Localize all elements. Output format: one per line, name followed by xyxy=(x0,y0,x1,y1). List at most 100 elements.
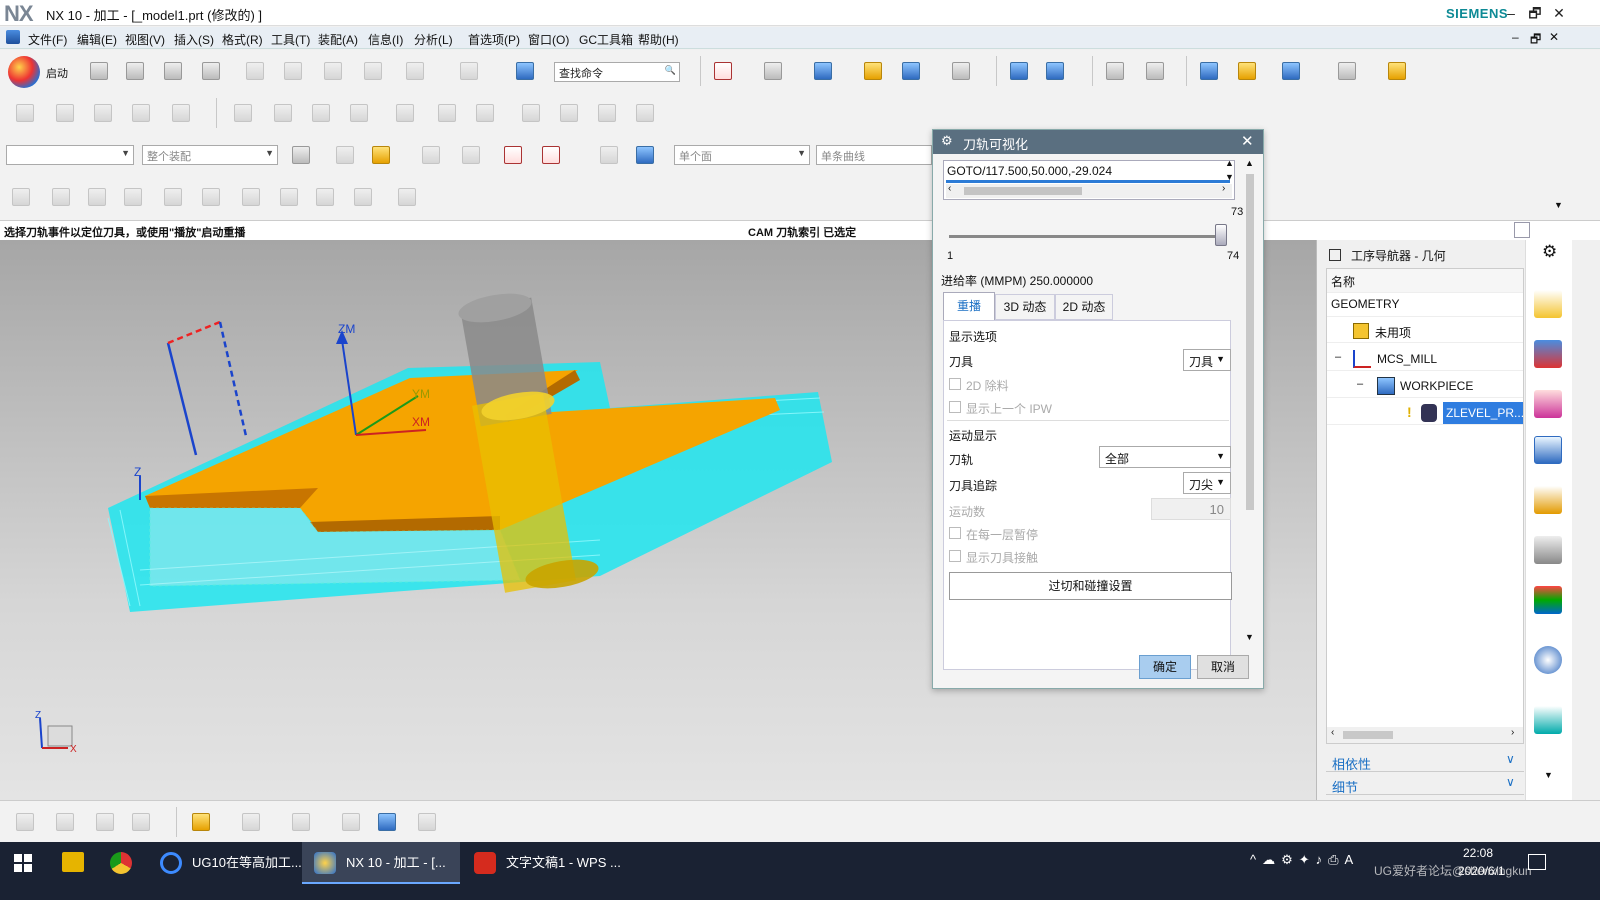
windows-start-icon[interactable] xyxy=(14,854,32,872)
move-object-icon[interactable] xyxy=(1006,58,1032,84)
play-tool-icon[interactable] xyxy=(1278,58,1304,84)
tree-row-geometry[interactable]: GEOMETRY xyxy=(1327,293,1523,317)
shaded-with-edges-icon[interactable] xyxy=(760,58,786,84)
face-analysis-icon[interactable] xyxy=(898,58,924,84)
transform-select-icon[interactable] xyxy=(458,142,484,168)
constraint-navigator-icon[interactable] xyxy=(1534,340,1562,368)
wcs-icon[interactable] xyxy=(1142,58,1168,84)
paste-icon[interactable] xyxy=(320,58,346,84)
rectangle-select-icon[interactable] xyxy=(538,142,564,168)
menu-window[interactable]: 窗口(O) xyxy=(528,31,569,48)
create-program-icon[interactable] xyxy=(12,100,38,126)
menu-edit[interactable]: 编辑(E) xyxy=(77,31,117,48)
menu-analysis[interactable]: 分析(L) xyxy=(414,31,453,48)
fit-view-icon[interactable] xyxy=(710,58,736,84)
output-cls-icon[interactable] xyxy=(472,100,498,126)
verify-toolpath-icon[interactable] xyxy=(308,100,334,126)
undo-icon[interactable] xyxy=(402,58,428,84)
minimize-button[interactable]: – xyxy=(1499,2,1523,24)
start-icon[interactable] xyxy=(8,56,40,88)
machine-tool-navigator-icon[interactable] xyxy=(1534,486,1562,514)
part-navigator-icon[interactable] xyxy=(1534,390,1562,418)
menu-insert[interactable]: 插入(S) xyxy=(174,31,214,48)
task-nx10[interactable]: NX 10 - 加工 - [... xyxy=(302,842,460,884)
notification-icon[interactable] xyxy=(1528,854,1546,870)
fullscreen-icon[interactable] xyxy=(1514,222,1530,238)
save-icon[interactable] xyxy=(160,58,186,84)
selection-scope-icon[interactable] xyxy=(288,142,314,168)
snap-icon[interactable] xyxy=(1334,58,1360,84)
roles-icon[interactable] xyxy=(1534,586,1562,614)
measure-icon[interactable] xyxy=(1196,58,1222,84)
object-info-icon[interactable] xyxy=(632,100,658,126)
geometry-view-icon[interactable] xyxy=(92,809,118,835)
copy-icon[interactable] xyxy=(280,58,306,84)
restore-button[interactable]: 🗗 xyxy=(1523,2,1547,24)
palette-icon[interactable] xyxy=(1234,58,1260,84)
snap-quadrant-icon[interactable] xyxy=(238,184,264,210)
close-button[interactable]: ✕ xyxy=(1547,2,1571,24)
feeds-speeds-icon[interactable] xyxy=(518,100,544,126)
generate-toolpath-icon[interactable] xyxy=(230,100,256,126)
show-hide-icon[interactable] xyxy=(596,142,622,168)
list-toolpath-icon[interactable] xyxy=(346,100,372,126)
menu-view[interactable]: 视图(V) xyxy=(125,31,165,48)
tree-row-workpiece[interactable]: – WORKPIECE xyxy=(1327,374,1523,398)
replay-slider-track[interactable] xyxy=(949,235,1225,238)
method-view-icon[interactable] xyxy=(128,809,154,835)
render-style-icon[interactable] xyxy=(810,58,836,84)
tab-3d-dynamic[interactable]: 3D 动态 xyxy=(995,294,1055,320)
dependencies-section[interactable]: 相依性 ∨ xyxy=(1326,752,1524,772)
scroll-left-icon[interactable]: ‹ xyxy=(948,183,951,194)
doc-close-button[interactable]: ✕ xyxy=(1549,30,1559,44)
snap-endpoint-icon[interactable] xyxy=(48,184,74,210)
path-select[interactable]: 全部 ▼ xyxy=(1099,446,1231,468)
goto-listbox[interactable]: GOTO/117.500,50.000,-29.024 ‹ › xyxy=(943,160,1235,200)
snap-intersection-icon[interactable] xyxy=(160,184,186,210)
clock-time[interactable]: 22:08 xyxy=(1463,846,1493,860)
details-section[interactable]: 细节 ∨ xyxy=(1326,775,1524,795)
menu-tools[interactable]: 工具(T) xyxy=(271,31,310,48)
menu-info[interactable]: 信息(I) xyxy=(368,31,403,48)
menu-assembly[interactable]: 装配(A) xyxy=(318,31,358,48)
snap-on-face-icon[interactable] xyxy=(350,184,376,210)
snap-control-icon[interactable] xyxy=(120,184,146,210)
column-header-name[interactable]: 名称 xyxy=(1327,269,1523,293)
mirror-icon[interactable] xyxy=(1042,58,1068,84)
doc-minimize-button[interactable]: – xyxy=(1512,30,1519,44)
menu-help[interactable]: 帮助(H) xyxy=(638,31,679,48)
delete-icon[interactable] xyxy=(360,58,386,84)
goto-vscroll[interactable]: ▲ ▼ xyxy=(1225,158,1239,200)
gouge-check-settings-button[interactable]: 过切和碰撞设置 xyxy=(949,572,1232,600)
reset-filter-icon[interactable] xyxy=(332,142,358,168)
new-file-icon[interactable] xyxy=(86,58,112,84)
cut-icon[interactable] xyxy=(242,58,268,84)
show-contact-checkbox[interactable] xyxy=(949,550,961,562)
background-icon[interactable] xyxy=(948,58,974,84)
toolbar-overflow-icon[interactable]: ▼ xyxy=(1554,200,1563,210)
rotate-select-icon[interactable] xyxy=(418,142,444,168)
assembly-scope-dropdown[interactable]: 整个装配 ▼ xyxy=(142,145,278,165)
goto-hscrollbar[interactable]: ‹ › xyxy=(946,183,1232,198)
tab-replay[interactable]: 重播 xyxy=(943,292,995,320)
reuse-library-icon[interactable] xyxy=(1534,536,1562,564)
view-triad[interactable]: Z X xyxy=(35,710,77,755)
doc-restore-button[interactable]: 🗗 xyxy=(1530,30,1541,51)
menu-preferences[interactable]: 首选项(P) xyxy=(468,31,520,48)
box-icon[interactable] xyxy=(414,809,440,835)
info-icon[interactable] xyxy=(1534,646,1562,674)
filter-icon[interactable] xyxy=(368,142,394,168)
tool-select[interactable]: 刀具 ▼ xyxy=(1183,349,1231,371)
start-label[interactable]: 启动 xyxy=(46,65,68,81)
search-command-input[interactable]: 查找命令 🔍 xyxy=(554,62,680,82)
file-explorer-icon[interactable] xyxy=(62,852,84,872)
snap-grid-icon[interactable] xyxy=(394,184,420,210)
layer-settings-icon[interactable] xyxy=(1102,58,1128,84)
shop-doc-icon[interactable] xyxy=(434,100,460,126)
tree-row-mcs-mill[interactable]: – MCS_MILL xyxy=(1327,347,1523,371)
polygon-select-icon[interactable] xyxy=(500,142,526,168)
assembly-navigator-icon[interactable] xyxy=(1534,290,1562,318)
menu-gc-toolbox[interactable]: GC工具箱 xyxy=(579,31,633,48)
chrome-icon[interactable] xyxy=(110,852,132,874)
show-ipw-checkbox[interactable] xyxy=(949,401,961,413)
